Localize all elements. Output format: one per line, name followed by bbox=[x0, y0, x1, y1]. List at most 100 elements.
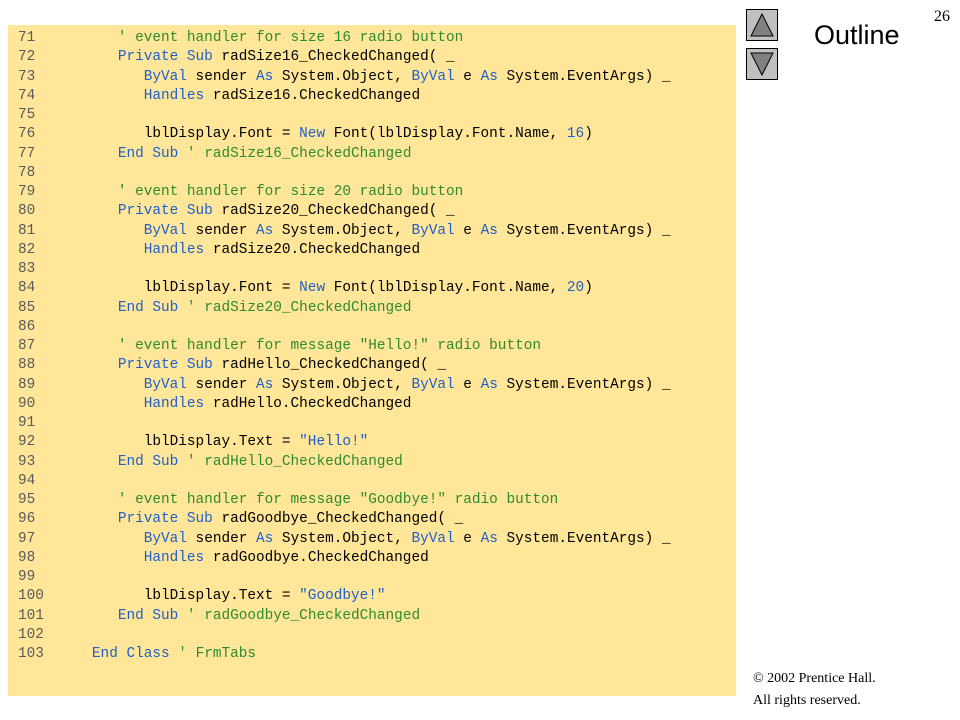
code-token: System.Object, bbox=[273, 68, 412, 85]
line-number: 89 bbox=[18, 376, 36, 393]
line-number: 74 bbox=[18, 87, 36, 104]
code-token: "Goodbye!" bbox=[299, 588, 386, 605]
line-number: 97 bbox=[18, 530, 36, 547]
code-text: ' event handler for message "Goodbye!" r… bbox=[66, 491, 558, 510]
code-text: lblDisplay.Font = New Font(lblDisplay.Fo… bbox=[66, 125, 593, 144]
code-token: ' event handler for size 16 radio button bbox=[117, 30, 464, 46]
code-token: End Sub bbox=[117, 607, 179, 624]
code-token: sender bbox=[186, 376, 257, 393]
line-number: 93 bbox=[18, 453, 36, 470]
code-token: ' radGoodbye_CheckedChanged bbox=[186, 607, 421, 624]
code-token: ' radSize16_CheckedChanged bbox=[186, 145, 412, 162]
line-number: 91 bbox=[18, 415, 36, 431]
code-token: Font(lblDisplay.Font.Name, bbox=[325, 126, 567, 143]
line-number: 94 bbox=[18, 472, 36, 489]
code-token: As bbox=[480, 68, 498, 85]
next-slide-button[interactable] bbox=[746, 48, 778, 80]
line-number: 102 bbox=[18, 626, 44, 643]
code-token: ByVal bbox=[143, 68, 187, 85]
code-token: 20 bbox=[566, 280, 585, 297]
code-token: sender bbox=[186, 68, 257, 85]
code-text: End Sub ' radHello_CheckedChanged bbox=[66, 453, 403, 472]
code-token: radHello_CheckedChanged( _ bbox=[212, 357, 446, 374]
line-number: 79 bbox=[18, 184, 36, 200]
code-token: radSize20_CheckedChanged( _ bbox=[212, 203, 455, 220]
code-token: New bbox=[299, 126, 326, 143]
line-number: 75 bbox=[18, 107, 36, 123]
code-token: System.Object, bbox=[273, 376, 412, 393]
code-token: e bbox=[454, 68, 481, 85]
code-token: e bbox=[454, 222, 481, 239]
code-token: End Sub bbox=[117, 453, 179, 470]
code-token: System.Object, bbox=[273, 222, 412, 239]
code-token: ' radHello_CheckedChanged bbox=[186, 453, 403, 470]
code-token: As bbox=[256, 530, 274, 547]
code-token: ByVal bbox=[143, 222, 187, 239]
code-token: System.EventArgs) _ bbox=[497, 530, 671, 547]
code-text: Private Sub radSize16_CheckedChanged( _ bbox=[66, 48, 455, 67]
copyright-notice: © 2002 Prentice Hall. All rights reserve… bbox=[753, 668, 876, 712]
code-text: Private Sub radHello_CheckedChanged( _ bbox=[66, 356, 446, 375]
code-text: lblDisplay.Font = New Font(lblDisplay.Fo… bbox=[66, 279, 593, 298]
code-text: Handles radHello.CheckedChanged bbox=[66, 395, 412, 414]
code-token: Font(lblDisplay.Font.Name, bbox=[325, 280, 567, 297]
copyright-line-2: All rights reserved. bbox=[753, 693, 861, 708]
code-token: End Class bbox=[91, 646, 170, 662]
code-token: Handles bbox=[143, 241, 205, 258]
code-token: lblDisplay.Font = bbox=[66, 280, 300, 297]
code-token: System.EventArgs) _ bbox=[497, 68, 671, 85]
code-text: lblDisplay.Text = "Goodbye!" bbox=[66, 587, 386, 606]
code-token: ByVal bbox=[411, 376, 455, 393]
line-number: 103 bbox=[18, 646, 44, 662]
copyright-line-1: © 2002 Prentice Hall. bbox=[753, 671, 876, 686]
line-number: 81 bbox=[18, 222, 36, 239]
code-token: ByVal bbox=[411, 68, 455, 85]
code-text: Handles radSize20.CheckedChanged bbox=[66, 241, 420, 260]
code-token: radSize20.CheckedChanged bbox=[204, 241, 421, 258]
code-text: Private Sub radSize20_CheckedChanged( _ bbox=[66, 202, 455, 221]
code-token: ' radSize20_CheckedChanged bbox=[186, 299, 412, 316]
line-number: 77 bbox=[18, 145, 36, 162]
previous-slide-button[interactable] bbox=[746, 9, 778, 41]
code-token: ) bbox=[584, 280, 593, 297]
code-token: lblDisplay.Text = bbox=[66, 588, 300, 605]
code-token: e bbox=[454, 530, 481, 547]
code-token: Handles bbox=[143, 549, 205, 566]
code-text: End Sub ' radSize16_CheckedChanged bbox=[66, 145, 412, 164]
code-token: ) bbox=[584, 126, 593, 143]
code-token: 16 bbox=[566, 126, 585, 143]
line-number: 73 bbox=[18, 68, 36, 85]
code-text: Handles radGoodbye.CheckedChanged bbox=[66, 549, 429, 568]
code-text: Private Sub radGoodbye_CheckedChanged( _ bbox=[66, 510, 463, 529]
line-number: 99 bbox=[18, 569, 36, 585]
slide-number: 26 bbox=[934, 8, 950, 25]
code-text: End Sub ' radGoodbye_CheckedChanged bbox=[66, 607, 420, 626]
line-number: 92 bbox=[18, 434, 36, 451]
line-number: 100 bbox=[18, 588, 44, 605]
code-token: As bbox=[256, 376, 274, 393]
code-token: ' event handler for message "Goodbye!" r… bbox=[117, 492, 559, 508]
code-token: As bbox=[256, 68, 274, 85]
line-number: 80 bbox=[18, 203, 36, 220]
outline-label[interactable]: Outline bbox=[814, 20, 900, 51]
code-token: System.EventArgs) _ bbox=[497, 222, 671, 239]
line-number: 98 bbox=[18, 549, 36, 566]
